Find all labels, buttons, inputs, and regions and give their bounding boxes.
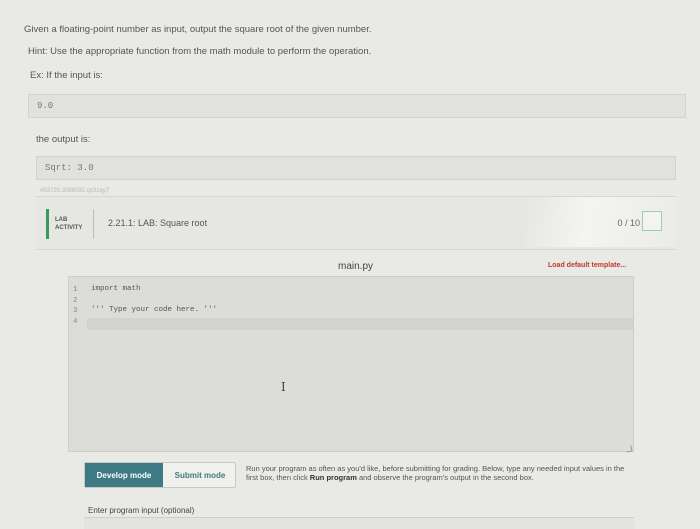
score-label: 0 / 10 — [617, 218, 640, 228]
line-number: 4 — [73, 317, 78, 326]
code-editor[interactable]: 1 2 3 4 import math ''' Type your code h… — [68, 276, 634, 452]
code-line[interactable]: import math — [91, 285, 141, 293]
faded-activity-id: 453720.3086092.qx3zqy7 — [40, 188, 110, 194]
mode-toggle: Develop mode Submit mode — [84, 462, 236, 488]
program-input-label: Enter program input (optional) — [88, 506, 195, 515]
lab-badge-line-1: LAB — [55, 217, 68, 223]
output-label: the output is: — [36, 134, 91, 145]
example-input: 9.0 — [37, 101, 54, 111]
submit-mode-button[interactable]: Submit mode — [165, 463, 235, 487]
run-description-part-2: and observe the program's output in the … — [356, 473, 534, 482]
lab-badge: LAB ACTIVITY — [46, 209, 94, 239]
example-output: Sqrt: 3.0 — [45, 163, 94, 173]
description-line-3: Ex: If the input is: — [30, 70, 103, 81]
text-cursor-icon: I — [281, 380, 286, 394]
line-number: 1 — [73, 286, 78, 294]
load-default-template-link[interactable]: Load default template... — [548, 262, 626, 269]
develop-mode-button[interactable]: Develop mode — [85, 463, 163, 487]
line-number-gutter: 1 2 3 4 — [73, 285, 87, 327]
description-line-2: Hint: Use the appropriate function from … — [28, 46, 372, 57]
example-output-box: Sqrt: 3.0 — [36, 156, 676, 180]
lab-activity-header: LAB ACTIVITY 2.21.1: LAB: Square root 0 … — [36, 196, 676, 250]
description-line-1: Given a floating-point number as input, … — [24, 24, 372, 35]
resize-handle-icon[interactable] — [625, 445, 633, 453]
code-line[interactable]: ''' Type your code here. ''' — [91, 306, 217, 314]
lab-title: 2.21.1: LAB: Square root — [108, 218, 208, 228]
lab-badge-line-2: ACTIVITY — [55, 225, 83, 231]
run-program-emphasis: Run program — [309, 473, 357, 482]
line-number: 3 — [73, 307, 78, 315]
line-number: 2 — [73, 296, 78, 305]
page: Given a floating-point number as input, … — [0, 0, 700, 529]
active-line-highlight — [87, 318, 633, 330]
score-box — [642, 211, 662, 231]
run-description: Run your program as often as you'd like,… — [246, 464, 636, 482]
file-name: main.py — [338, 261, 374, 272]
example-input-box: 9.0 — [28, 94, 686, 118]
program-input-field[interactable] — [84, 517, 634, 529]
